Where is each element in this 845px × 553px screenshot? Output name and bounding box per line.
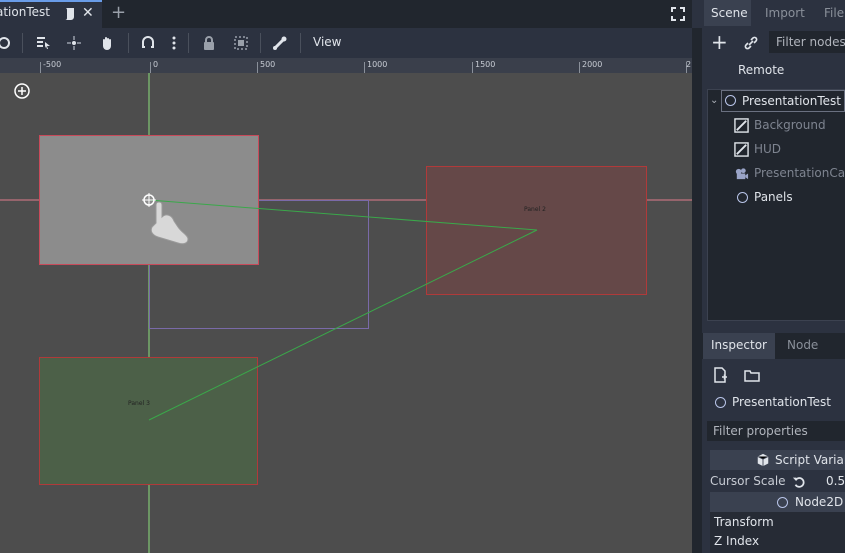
close-icon[interactable]: ✕	[82, 6, 96, 20]
add-node-icon[interactable]: +	[711, 32, 728, 52]
script-icon[interactable]	[62, 6, 78, 22]
scene-tab-bar	[0, 0, 692, 28]
tab-import[interactable]: Import	[765, 6, 805, 20]
cube-icon	[757, 453, 769, 467]
script-variables-label: Script Variab	[775, 453, 845, 467]
skeleton-icon[interactable]	[272, 35, 288, 51]
snap-icon[interactable]	[140, 35, 156, 51]
camera-icon	[735, 168, 749, 180]
group-icon[interactable]	[233, 35, 249, 51]
tree-item-label[interactable]: PresentationCa	[754, 166, 845, 180]
texture-rect-icon	[734, 118, 749, 133]
zindex-category[interactable]: Z Index	[714, 534, 759, 548]
filter-properties-placeholder: Filter properties	[713, 424, 808, 438]
ruler-label: 1000	[367, 60, 388, 69]
tab-filesystem[interactable]: File	[824, 6, 844, 20]
remote-toggle[interactable]: Remote	[738, 63, 784, 77]
fullscreen-icon[interactable]	[670, 6, 686, 22]
tree-item-label[interactable]: Panels	[754, 190, 793, 204]
tab-inspector-label: Inspector	[711, 338, 767, 352]
ruler-label: 500	[260, 60, 276, 69]
toolbar-separator	[128, 33, 129, 53]
view-menu[interactable]: View	[313, 35, 341, 49]
zoom-reset-icon[interactable]	[14, 83, 30, 99]
toolbar-separator	[260, 33, 261, 53]
panel-2-label: Panel 2	[524, 206, 546, 213]
chevron-down-icon[interactable]: ⌄	[710, 95, 718, 106]
node2d-icon	[777, 497, 788, 508]
node2d-icon	[725, 95, 736, 106]
add-tab-icon[interactable]: +	[111, 4, 126, 22]
ruler-tick	[150, 62, 151, 73]
ruler-label: 1500	[475, 60, 496, 69]
canvas-viewport[interactable]: Panel 3 Panel 2	[0, 73, 692, 553]
ruler-tick	[40, 62, 41, 73]
toolbar-separator	[300, 33, 301, 53]
ruler-label: 2000	[582, 60, 603, 69]
ruler-tick	[364, 62, 365, 73]
node2d-section-label: Node2D	[795, 495, 844, 509]
cursor-scale-label: Cursor Scale	[710, 474, 786, 488]
canvas-drawing	[0, 73, 692, 553]
open-folder-icon[interactable]	[744, 367, 760, 383]
link-icon[interactable]	[743, 35, 759, 51]
tab-scene-label: Scene	[711, 6, 748, 20]
panel-splitter[interactable]	[692, 28, 702, 553]
list-select-icon[interactable]	[35, 35, 51, 51]
toolbar-separator	[22, 33, 23, 53]
rotate-mode-icon[interactable]	[0, 35, 12, 51]
scene-tab-label: ationTest	[0, 5, 50, 19]
filter-nodes-placeholder: Filter nodes	[776, 35, 845, 49]
more-options-icon[interactable]	[166, 35, 182, 51]
new-resource-icon[interactable]	[712, 367, 728, 383]
node2d-icon	[715, 397, 726, 408]
inspector-object-name[interactable]: PresentationTest	[732, 395, 831, 409]
tab-node[interactable]: Node	[787, 338, 818, 352]
lock-icon[interactable]	[201, 35, 217, 51]
transform-category[interactable]: Transform	[714, 515, 774, 529]
pan-icon[interactable]	[99, 35, 115, 51]
filter-nodes-input[interactable]: Filter nodes	[769, 31, 845, 53]
texture-rect-icon	[734, 142, 749, 157]
revert-icon[interactable]	[792, 475, 806, 489]
pivot-icon[interactable]	[66, 35, 82, 51]
ruler-label: 2	[686, 60, 692, 69]
tree-item-label[interactable]: Background	[754, 118, 826, 132]
tree-item-label: PresentationTest	[742, 94, 841, 108]
ruler-label: -500	[43, 60, 62, 69]
tree-item-label[interactable]: HUD	[754, 142, 781, 156]
toolbar-separator	[188, 33, 189, 53]
ruler-tick	[257, 62, 258, 73]
filter-properties-input[interactable]: Filter properties	[707, 421, 845, 441]
panel-3-label: Panel 3	[128, 400, 150, 407]
ruler-tick	[579, 62, 580, 73]
panel-3	[39, 357, 258, 485]
ruler-label: 0	[153, 60, 159, 69]
node2d-icon	[737, 192, 748, 203]
ruler-tick	[472, 62, 473, 73]
cursor-scale-value[interactable]: 0.5	[826, 474, 845, 488]
